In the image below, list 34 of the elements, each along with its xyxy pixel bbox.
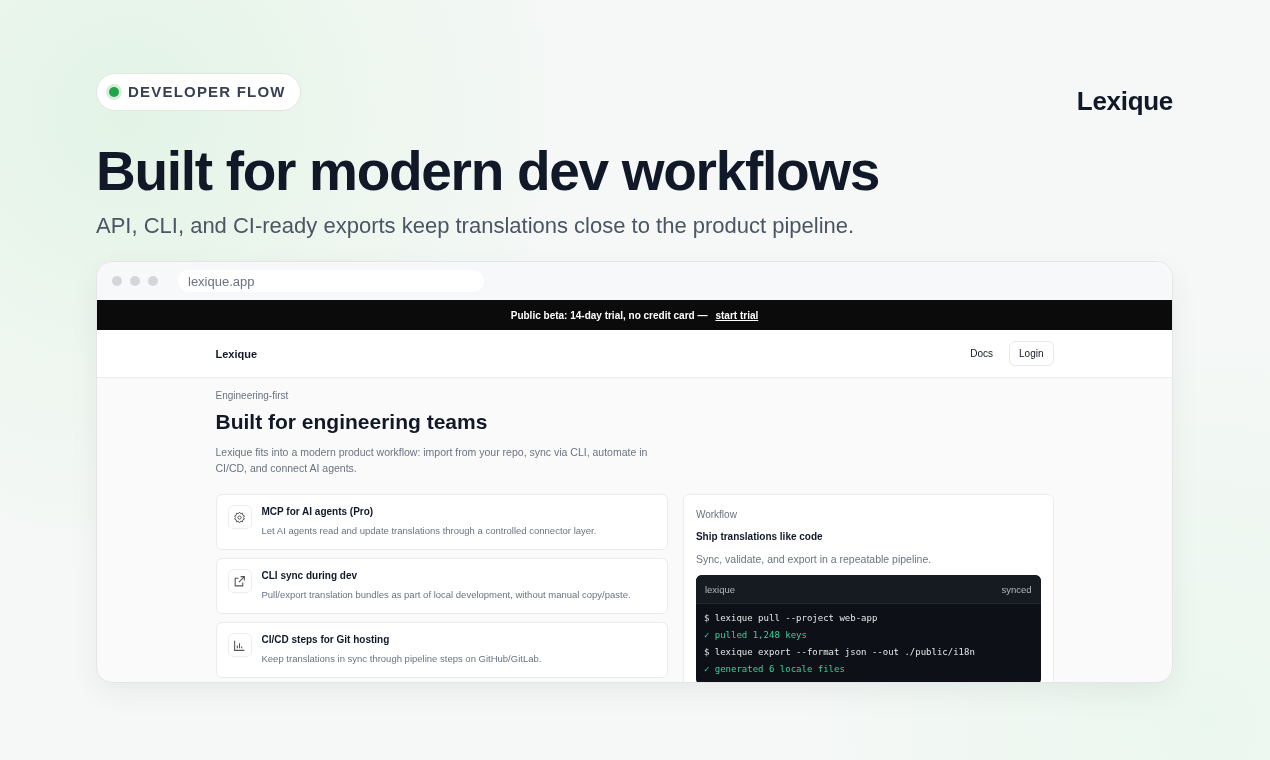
external-link-icon xyxy=(233,574,246,588)
feature-description: Keep translations in sync through pipeline steps on GitHub/GitLab. xyxy=(261,652,542,666)
terminal-output: ✓ pulled 1,248 keys xyxy=(703,629,808,642)
window-dot xyxy=(148,276,158,286)
feature-description: Let AI agents read and update translations through a controlled connector layer. xyxy=(261,524,597,538)
section-title: Built for engineering teams xyxy=(215,409,489,435)
bar-chart-icon xyxy=(233,638,246,652)
settings-icon xyxy=(233,510,246,524)
site-logo: Lexique xyxy=(215,347,258,360)
terminal-name: lexique xyxy=(704,583,736,595)
nav-link[interactable]: Docs xyxy=(970,348,994,359)
workflow-description: Sync, validate, and export in a repeatable pipeline. xyxy=(695,553,933,565)
feature-title: CLI sync during dev xyxy=(261,570,359,581)
feature-title: CI/CD steps for Git hosting xyxy=(261,634,391,645)
feature-description: Pull/export translation bundles as part of local development, without manual copy/paste. xyxy=(261,588,631,602)
window-dot xyxy=(112,276,122,286)
section-intro: Lexique fits into a modern product workflow: import from your repo, sync via CLI, automate in CI/CD, and connect AI agents. xyxy=(215,445,649,476)
terminal-status: synced xyxy=(1001,583,1032,595)
workflow-eyebrow: Workflow xyxy=(695,509,738,520)
terminal-command: $ lexique pull --project web-app xyxy=(703,612,879,625)
brand-logo: Lexique xyxy=(1076,86,1173,117)
login-button[interactable]: Login xyxy=(1009,341,1054,366)
banner-text: Public beta: 14-day trial, no credit card — xyxy=(510,309,708,321)
workflow-title: Ship translations like code xyxy=(695,531,824,542)
trial-link[interactable]: start trial xyxy=(715,309,759,321)
window-dot xyxy=(130,276,140,286)
address-bar[interactable]: lexique.app xyxy=(178,270,484,292)
headline: Built for modern dev workflows xyxy=(96,139,881,203)
badge-label: DEVELOPER FLOW xyxy=(128,83,286,100)
subtitle: API, CLI, and CI-ready exports keep translations close to the product pipeline. xyxy=(96,213,856,239)
terminal-command: $ lexique export --format json --out ./public/i18n xyxy=(703,646,976,659)
terminal-output: ✓ generated 6 locale files xyxy=(703,663,846,676)
section-eyebrow: Engineering-first xyxy=(215,390,290,401)
feature-title: MCP for AI agents (Pro) xyxy=(261,506,375,517)
